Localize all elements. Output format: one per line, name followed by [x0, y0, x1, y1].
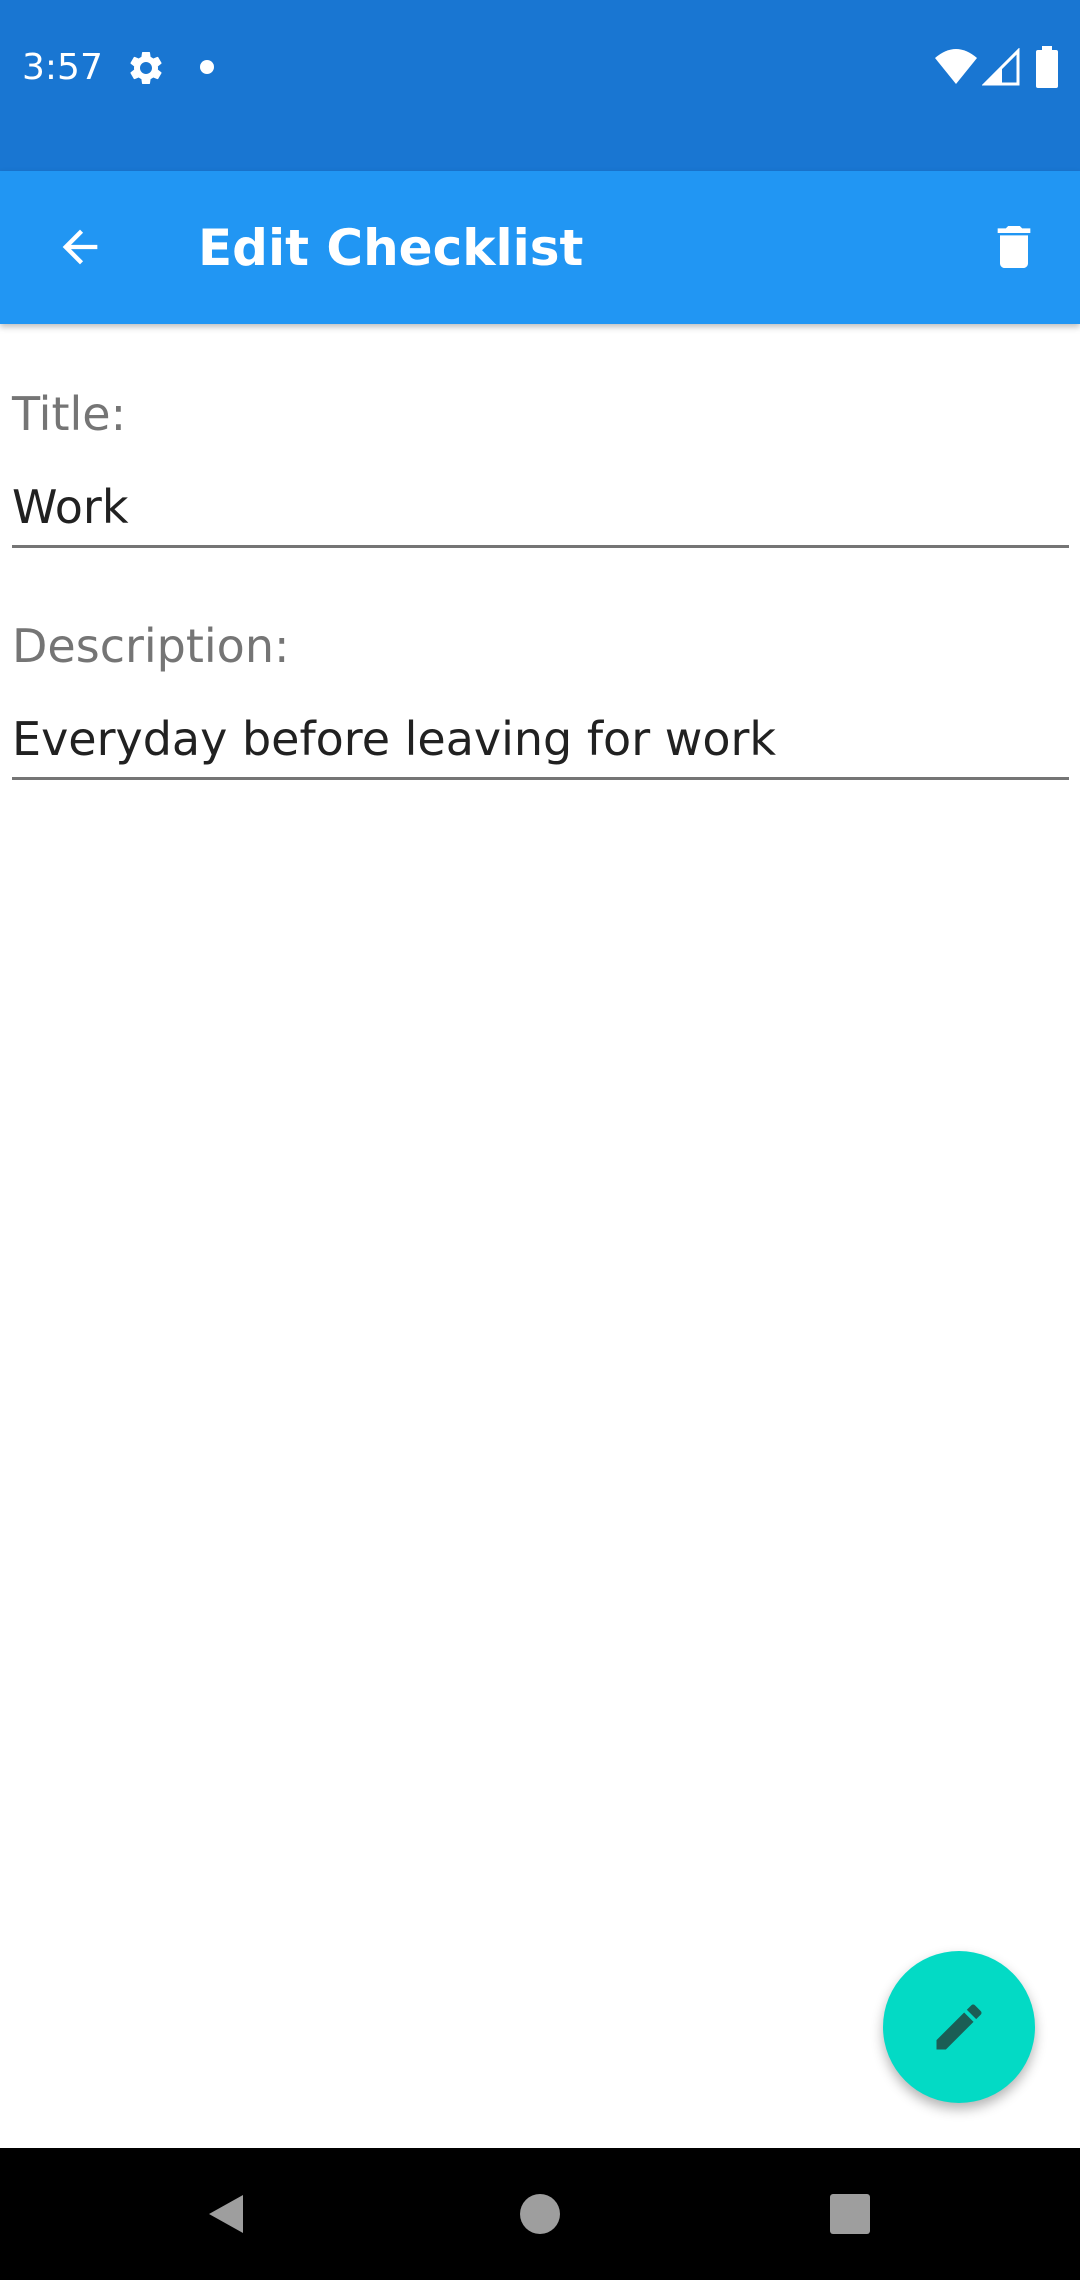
status-bar: 3:57	[0, 0, 1080, 171]
signal-icon	[982, 48, 1020, 86]
title-label: Title:	[12, 387, 127, 441]
recents-square-icon	[830, 2194, 870, 2234]
home-circle-icon	[520, 2194, 560, 2234]
notification-dot-icon	[200, 60, 214, 74]
nav-home-button[interactable]	[500, 2174, 580, 2254]
edit-fab-button[interactable]	[883, 1951, 1035, 2103]
back-button[interactable]	[30, 197, 130, 297]
wifi-icon	[935, 49, 977, 84]
settings-icon	[130, 51, 162, 84]
arrow-back-icon	[62, 229, 98, 265]
battery-icon	[1036, 46, 1058, 88]
description-label: Description:	[12, 619, 290, 673]
page-title: Edit Checklist	[198, 219, 584, 277]
status-time: 3:57	[22, 47, 103, 88]
system-nav-bar	[0, 2148, 1080, 2280]
delete-button[interactable]	[964, 197, 1064, 297]
title-input[interactable]	[12, 468, 1069, 548]
nav-back-button[interactable]	[186, 2174, 266, 2254]
back-triangle-icon	[209, 2195, 243, 2233]
pencil-icon	[936, 2004, 982, 2050]
description-input[interactable]	[12, 700, 1069, 780]
app-bar: Edit Checklist	[0, 171, 1080, 324]
edit-checklist-screen: 3:57 Edit Checklist Title: Work Descript…	[0, 0, 1080, 2280]
nav-recents-button[interactable]	[810, 2174, 890, 2254]
trash-icon	[997, 226, 1031, 268]
